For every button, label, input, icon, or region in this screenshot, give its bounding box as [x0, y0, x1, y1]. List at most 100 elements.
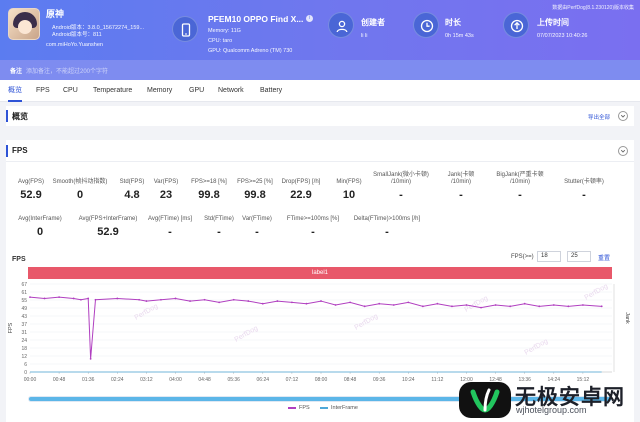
duration-label: 时长: [445, 18, 461, 27]
y-tick-label: 61: [21, 290, 27, 296]
reset-link[interactable]: 重置: [598, 253, 610, 262]
x-tick-label: 09:36: [373, 377, 386, 383]
metric-label: Avg(FTime) [ms]: [147, 216, 192, 222]
metric-label: BigJank(严重卡顿 /10min): [496, 172, 544, 185]
x-tick-label: 10:24: [402, 377, 415, 383]
y-tick-label: 67: [21, 282, 27, 288]
x-tick-label: 06:24: [257, 377, 270, 383]
fps-section-title: FPS: [12, 146, 28, 155]
metric-value: 52.9: [97, 226, 119, 238]
metric-value: -: [459, 189, 463, 201]
fps-data-point: [305, 302, 308, 305]
metric-big-jank: BigJank(严重卡顿 /10min) -: [490, 172, 550, 201]
label-bar[interactable]: label1: [28, 267, 612, 279]
metric-label: Min(FPS): [336, 179, 362, 185]
y-tick-label: 0: [24, 370, 27, 376]
y-tick-label: 12: [21, 354, 27, 360]
fps-data-point: [320, 300, 322, 302]
metric-value: 23: [159, 189, 173, 201]
metric-var-ftime: Var(FTime) -: [234, 216, 280, 238]
fps-data-point: [436, 302, 439, 305]
x-tick-label: 03:12: [140, 377, 153, 383]
chart-watermark: PerfDog: [464, 295, 490, 314]
overview-title: 概览: [12, 112, 28, 121]
metric-value: 4.8: [124, 189, 140, 201]
clock-icon: [413, 12, 439, 38]
fps-data-point: [29, 296, 31, 299]
x-tick-label: 11:12: [431, 377, 443, 383]
version-text: 数据由PerfDog(8.1.230120)版本收集: [552, 5, 634, 11]
fps-data-point: [203, 298, 206, 301]
info-icon[interactable]: i: [306, 15, 313, 22]
metric-label: FPS>=25 [%]: [237, 179, 273, 185]
overview-section: 概览 导出全部: [6, 106, 634, 126]
creator-value: li li: [361, 33, 368, 39]
tab-cpu[interactable]: CPU: [63, 80, 78, 102]
metric-label: FPS>=18 [%]: [191, 179, 227, 185]
x-tick-label: 04:00: [169, 377, 182, 383]
legend-interframe[interactable]: InterFrame: [320, 405, 358, 411]
fps-data-point: [138, 298, 141, 301]
fps-data-point: [480, 306, 482, 309]
fps-data-point: [72, 297, 75, 300]
metric-value: 99.8: [198, 189, 220, 201]
metric-label: Jank(卡顿 /10min): [447, 172, 475, 185]
tab-battery[interactable]: Battery: [260, 80, 282, 102]
device-gpu: GPU: Qualcomm Adreno (TM) 730: [208, 48, 293, 54]
tab-fps[interactable]: FPS: [36, 80, 50, 102]
metric-value: -: [582, 189, 586, 201]
fps-data-point: [451, 305, 453, 308]
chart-watermark: PerfDog: [134, 303, 160, 322]
x-tick-label: 00:00: [24, 377, 37, 383]
creator-label: 创建者: [361, 18, 385, 27]
fps-threshold-input-1[interactable]: 18: [537, 251, 561, 262]
metric-avg-fps: Avg(FPS) 52.9: [8, 179, 54, 201]
metric-label: Delta(FTime)>100ms [/h]: [353, 216, 421, 222]
fps-data-point: [291, 301, 293, 304]
export-all-link[interactable]: 导出全部: [588, 113, 610, 121]
metric-label: Avg(FPS+InterFrame): [78, 216, 138, 222]
metric-small-jank: SmallJank(微小卡顿) /10min) -: [368, 172, 434, 201]
legend-swatch: [320, 406, 328, 409]
fps-data-point: [421, 305, 424, 308]
legend-fps[interactable]: FPS: [288, 405, 310, 411]
fps-data-point: [160, 298, 162, 301]
x-tick-label: 08:00: [315, 377, 328, 383]
legend-label: FPS: [299, 405, 310, 411]
metric-value: -: [518, 189, 522, 201]
user-icon: [328, 12, 354, 38]
metric-value: 99.8: [244, 189, 266, 201]
collapse-icon[interactable]: [618, 111, 628, 121]
section-marker: [6, 145, 8, 157]
metric-label: Std(FPS): [119, 179, 145, 185]
fps-threshold-input-2[interactable]: 25: [567, 251, 591, 262]
chart-watermark: PerfDog: [234, 325, 260, 344]
metric-label: SmallJank(微小卡顿) /10min): [373, 172, 429, 185]
tab-gpu[interactable]: GPU: [189, 80, 204, 102]
metric-label: FTime>=100ms [%]: [286, 216, 340, 222]
chart-watermark: PerfDog: [354, 313, 380, 332]
fps-data-point: [189, 300, 191, 302]
fps-data-point: [174, 297, 177, 300]
tab-overview[interactable]: 概览: [8, 80, 22, 102]
app-avatar: [8, 8, 40, 40]
fps-threshold-label: FPS(>=): [511, 254, 534, 260]
tab-network[interactable]: Network: [218, 80, 244, 102]
phone-icon: [172, 16, 198, 42]
note-input[interactable]: 添加备注，不能超过200个字符: [26, 66, 108, 75]
chart-title: FPS: [12, 256, 26, 263]
fps-data-point: [116, 297, 119, 300]
app-package: com.miHoYo.Yuanshen: [46, 42, 103, 48]
app-name: 原神: [46, 9, 65, 19]
metric-value: 10: [342, 189, 356, 201]
metric-value: 22.9: [290, 189, 312, 201]
metric-avg-ftime: Avg(FTime) [ms] -: [140, 216, 200, 238]
x-tick-label: 02:24: [111, 377, 124, 383]
tab-memory[interactable]: Memory: [147, 80, 172, 102]
metric-value: -: [168, 226, 172, 238]
collapse-icon[interactable]: [618, 146, 628, 156]
y-tick-label: 24: [21, 338, 27, 344]
fps-data-point: [261, 302, 264, 305]
metric-var-fps: Var(FPS) 23: [148, 179, 184, 201]
tab-temperature[interactable]: Temperature: [93, 80, 132, 102]
